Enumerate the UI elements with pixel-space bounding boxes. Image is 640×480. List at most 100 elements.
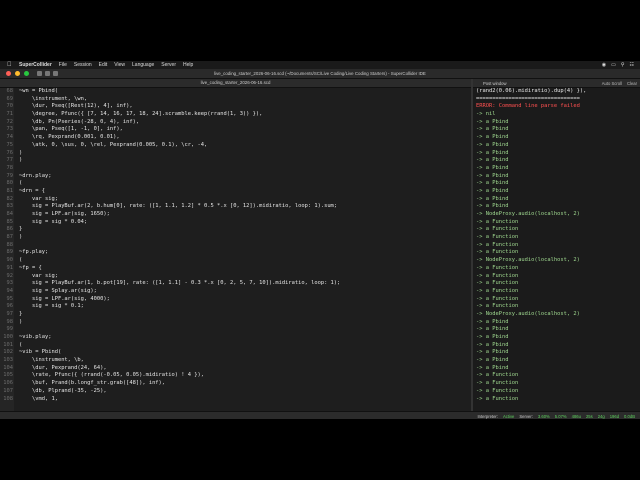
code-text: ~fp.play; <box>19 249 49 256</box>
menu-help[interactable]: Help <box>183 62 193 68</box>
code-line[interactable]: 99 <box>0 326 471 334</box>
new-document-icon[interactable] <box>37 71 42 76</box>
auto-scroll-button[interactable]: Auto Scroll <box>602 81 622 86</box>
code-text: ) <box>19 318 23 325</box>
menu-view[interactable]: View <box>114 62 125 68</box>
server-groups[interactable]: 24g <box>598 414 605 419</box>
menu-session[interactable]: Session <box>74 62 92 68</box>
server-synths[interactable]: 25s <box>586 414 593 419</box>
code-line[interactable]: 94 sig = Splay.ar(sig); <box>0 288 471 296</box>
code-line[interactable]: 71 \degree, Pfunc({ [7, 14, 16, 17, 18, … <box>0 111 471 119</box>
code-line[interactable]: 84 sig = LPF.ar(sig, 1650); <box>0 211 471 219</box>
code-line[interactable]: 78 <box>0 165 471 173</box>
interpreter-state[interactable]: Active <box>503 414 514 419</box>
status-bar: Interpreter: Active Server: 3.60% 5.07% … <box>0 411 640 419</box>
wifi-icon[interactable]: ◉ <box>602 62 606 68</box>
code-line[interactable]: 68 ~wn = Pbind( <box>0 88 471 96</box>
post-line: -> a Pbind <box>476 118 509 125</box>
code-line[interactable]: 98) <box>0 319 471 327</box>
code-line[interactable]: 100 ~vib.play; <box>0 334 471 342</box>
code-line[interactable]: 74 \rq, Pexprand(0.001, 0.01), <box>0 134 471 142</box>
server-cpu-avg[interactable]: 3.60% <box>538 414 550 419</box>
code-line[interactable]: 86} <box>0 226 471 234</box>
code-line[interactable]: 77) <box>0 157 471 165</box>
menu-language[interactable]: Language <box>132 62 154 68</box>
code-line[interactable]: 89 ~fp.play; <box>0 249 471 257</box>
zoom-window-button[interactable] <box>24 71 29 76</box>
code-line[interactable]: 83 sig = PlayBuf.ar(2, b.hum[0], rate: (… <box>0 203 471 211</box>
code-line[interactable]: 87) <box>0 234 471 242</box>
menu-app-name[interactable]: SuperCollider <box>19 62 52 68</box>
code-line[interactable]: 93 sig = PlayBuf.ar(1, b.pot[19], rate: … <box>0 280 471 288</box>
code-line[interactable]: 81 ~drn = { <box>0 188 471 196</box>
menu-edit[interactable]: Edit <box>99 62 108 68</box>
code-line[interactable]: 101 ( <box>0 342 471 350</box>
code-line[interactable]: 107 \db, Plprand(-35, -25), <box>0 388 471 396</box>
open-document-icon[interactable] <box>45 71 50 76</box>
code-line[interactable]: 92 var sig; <box>0 273 471 281</box>
minimize-window-button[interactable] <box>15 71 20 76</box>
code-line[interactable]: 91 ~fp = { <box>0 265 471 273</box>
code-line[interactable]: 103 \instrument, \b, <box>0 357 471 365</box>
editor-tab[interactable]: live_coding_starter_2026-06-16.scd <box>0 79 471 88</box>
code-text: ) <box>19 149 23 156</box>
code-line[interactable]: 76) <box>0 150 471 158</box>
code-text: sig = Splay.ar(sig); <box>19 287 97 294</box>
code-editor[interactable]: live_coding_starter_2026-06-16.scd 68 ~wn… <box>0 79 471 411</box>
menu-file[interactable]: File <box>59 62 67 68</box>
post-line: -> a Function <box>476 234 519 241</box>
code-line[interactable]: 108 \vmd, 1, <box>0 396 471 404</box>
post-line: -> a Function <box>476 387 519 394</box>
code-line[interactable]: 75 \atk, 0, \sus, 0, \rel, Pexprand(0.00… <box>0 142 471 150</box>
post-window-output[interactable]: (rand2(0.06).midiratio).dup(4) }), ======… <box>476 88 640 411</box>
code-line[interactable]: 96 sig = sig * 0.1; <box>0 303 471 311</box>
code-line[interactable]: 102 ~vib = Pbind( <box>0 349 471 357</box>
code-text: \db, Plprand(-35, -25), <box>19 387 107 394</box>
clear-button[interactable]: Clear <box>627 81 637 86</box>
post-line: -> a Pbind <box>476 126 509 133</box>
battery-icon[interactable]: ▭ <box>611 62 616 68</box>
post-line: -> a Pbind <box>476 149 509 156</box>
code-line[interactable]: 88 <box>0 242 471 250</box>
post-line: -> nil <box>476 111 496 118</box>
code-line[interactable]: 72 \db, Pn(Pseries(-28, 0, 4), inf), <box>0 119 471 127</box>
server-synthdefs[interactable]: 196d <box>610 414 619 419</box>
post-line: -> NodeProxy.audio(localhost, 2) <box>476 257 580 264</box>
code-line[interactable]: 104 \dur, Pexprand(24, 64), <box>0 365 471 373</box>
code-area[interactable]: 68 ~wn = Pbind(69 \instrument, \wn, 70 \du… <box>0 88 471 411</box>
line-number: 74 <box>6 134 14 141</box>
code-line[interactable]: 82 var sig; <box>0 196 471 204</box>
code-text: \degree, Pfunc({ [7, 14, 16, 17, 18, 24]… <box>19 111 263 118</box>
code-line[interactable]: 79 ~drn.play; <box>0 173 471 181</box>
post-line: -> a Pbind <box>476 141 509 148</box>
code-line[interactable]: 106 \buf, Prand(b.longf_str.grab([48]), … <box>0 380 471 388</box>
line-number: 76 <box>6 149 14 156</box>
code-line[interactable]: 90 ( <box>0 257 471 265</box>
server-cpu-peak[interactable]: 5.07% <box>555 414 567 419</box>
code-line[interactable]: 73 \pan, Pseq([1, -1, 0], inf), <box>0 126 471 134</box>
search-icon[interactable]: ⚲ <box>621 62 625 68</box>
code-line[interactable]: 80 ( <box>0 180 471 188</box>
server-ugens[interactable]: 486u <box>572 414 581 419</box>
code-line[interactable]: 85 sig = sig * 0.04; <box>0 219 471 227</box>
code-line[interactable]: 105 \rate, Pfunc({ (rrand(-0.05, 0.05).m… <box>0 372 471 380</box>
apple-icon[interactable]:  <box>7 62 13 68</box>
post-window-header: Post window Auto Scroll Clear <box>473 79 640 88</box>
close-window-button[interactable] <box>6 71 11 76</box>
code-text: \atk, 0, \sus, 0, \rel, Pexprand(0.005, … <box>19 141 208 148</box>
control-center-icon[interactable]: ☷ <box>630 62 634 68</box>
post-line: -> a Pbind <box>476 164 509 171</box>
code-text: } <box>19 226 23 233</box>
code-line[interactable]: 69 \instrument, \wn, <box>0 96 471 104</box>
code-line[interactable]: 70 \dur, Pseq([Rest(12), 4], inf), <box>0 103 471 111</box>
menu-server[interactable]: Server <box>161 62 176 68</box>
line-number: 102 <box>3 349 13 356</box>
line-number: 99 <box>6 326 14 333</box>
code-text: ~drn = { <box>19 187 45 194</box>
code-line[interactable]: 97} <box>0 311 471 319</box>
post-line: -> a Pbind <box>476 187 509 194</box>
server-volume[interactable]: 0.0dB <box>624 414 635 419</box>
post-line: -> a Function <box>476 264 519 271</box>
code-line[interactable]: 95 sig = LPF.ar(sig, 4000); <box>0 296 471 304</box>
save-document-icon[interactable] <box>53 71 58 76</box>
